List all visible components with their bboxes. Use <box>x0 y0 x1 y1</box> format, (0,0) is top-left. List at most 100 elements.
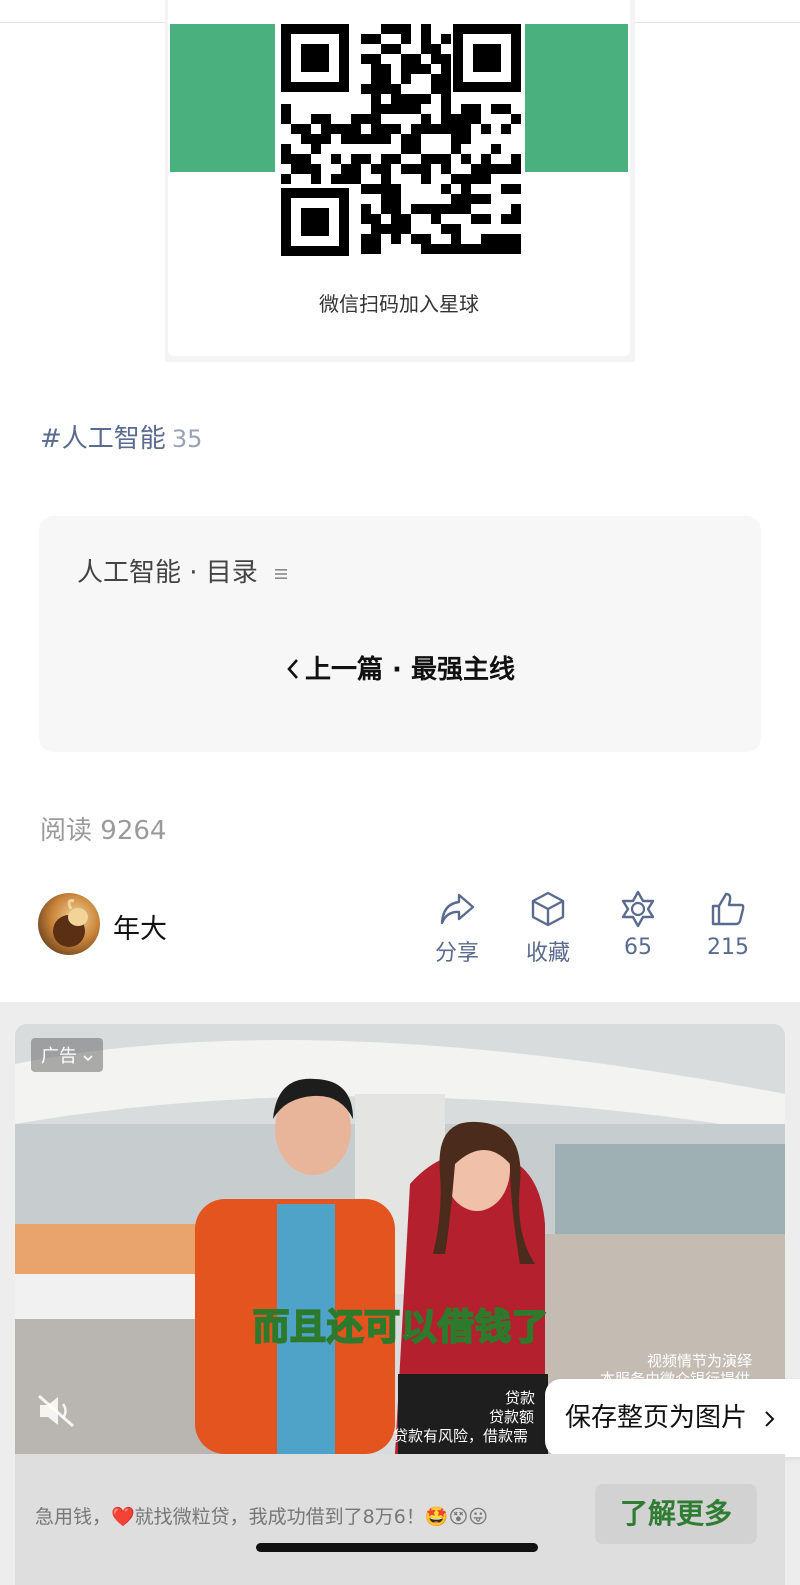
qr-module <box>491 234 501 244</box>
qr-module <box>461 244 471 254</box>
qr-module <box>371 184 381 194</box>
qr-module <box>361 84 371 94</box>
speaker-muted-icon <box>38 1394 74 1428</box>
qr-module <box>391 84 401 94</box>
qr-module <box>441 94 451 104</box>
qr-module <box>441 54 451 64</box>
qr-module <box>511 204 521 214</box>
qr-module <box>281 154 291 164</box>
tag-count: 35 <box>171 425 203 453</box>
qr-module <box>371 114 381 124</box>
qr-card-inner: 微信扫码加入星球 <box>168 0 630 356</box>
qr-module <box>391 214 401 224</box>
home-indicator[interactable] <box>256 1543 538 1552</box>
qr-module <box>471 174 481 184</box>
learn-more-button[interactable]: 了解更多 <box>595 1484 757 1544</box>
video-subtitle: 而且还可以借钱了 <box>252 1306 550 1349</box>
menu-icon <box>275 568 288 579</box>
qr-module <box>511 184 521 194</box>
qr-caption: 微信扫码加入星球 <box>319 292 479 316</box>
save-page-as-image-button[interactable]: 保存整页为图片 <box>545 1379 800 1457</box>
avatar[interactable] <box>38 893 100 955</box>
favorite-label: 收藏 <box>525 941 570 966</box>
qr-module <box>381 164 391 174</box>
qr-module <box>371 124 381 134</box>
qr-module <box>511 164 521 174</box>
qr-module <box>491 104 501 114</box>
qr-module <box>411 144 421 154</box>
qr-module <box>381 154 391 164</box>
qr-module <box>431 214 441 224</box>
read-label: 阅读 <box>40 816 93 846</box>
qr-module <box>421 244 431 254</box>
author-name[interactable]: 年大 <box>113 907 167 946</box>
qr-module <box>441 74 451 84</box>
prev-article-link[interactable]: 上一篇 · 最强主线 <box>39 649 761 686</box>
qr-module <box>381 74 391 84</box>
qr-module <box>451 204 461 214</box>
qr-module <box>431 124 441 134</box>
author-action-bar: 年大 分享 收藏 65 215 <box>38 890 778 973</box>
share-button[interactable]: 分享 <box>422 889 492 967</box>
qr-module <box>401 74 411 84</box>
qr-module <box>371 224 381 234</box>
qr-module <box>351 154 361 164</box>
qr-module <box>411 64 421 74</box>
topic-tag[interactable]: #人工智能 35 <box>40 418 202 455</box>
qr-module <box>421 234 431 244</box>
qr-module <box>381 104 391 114</box>
wow-button[interactable]: 65 <box>603 889 673 960</box>
qr-module <box>481 244 491 254</box>
mute-button[interactable] <box>35 1392 77 1434</box>
qr-module <box>411 164 421 174</box>
qr-module <box>451 134 461 144</box>
qr-module <box>491 244 501 254</box>
qr-module <box>431 54 441 64</box>
qr-module <box>291 164 301 174</box>
qr-module <box>381 44 391 54</box>
qr-module <box>441 244 451 254</box>
ad-badge-label: 广告 <box>41 1046 77 1067</box>
avatar-art <box>53 899 88 947</box>
qr-module <box>421 154 431 164</box>
collection-title[interactable]: 人工智能 · 目录 <box>77 552 288 589</box>
qr-module <box>341 124 351 134</box>
qr-module <box>421 174 431 184</box>
qr-module <box>311 174 321 184</box>
qr-module <box>341 134 351 144</box>
qr-module <box>471 214 481 224</box>
qr-module <box>411 54 421 64</box>
qr-module <box>441 64 451 74</box>
qr-module <box>451 174 461 184</box>
collection-title-text: 人工智能 · 目录 <box>77 558 258 588</box>
cube-icon <box>531 891 565 927</box>
qr-module <box>451 244 461 254</box>
qr-module <box>281 114 291 124</box>
qr-module <box>371 64 381 74</box>
qr-module <box>421 44 431 54</box>
qr-module <box>421 204 431 214</box>
qr-module <box>441 104 451 114</box>
qr-module <box>341 164 351 174</box>
disclaimer-line-3: 贷款有风险，借款需 <box>393 1427 529 1445</box>
qr-module <box>291 154 301 164</box>
qr-module <box>471 244 481 254</box>
qr-module <box>421 94 431 104</box>
qr-module <box>431 44 441 54</box>
prev-article-label: 上一篇 · 最强主线 <box>305 655 515 685</box>
ad-description[interactable]: 急用钱，❤️就找微粒贷，我成功借到了8万6！🤩😵😛 <box>35 1502 488 1529</box>
read-number: 9264 <box>100 816 167 846</box>
favorite-button[interactable]: 收藏 <box>513 889 583 967</box>
qr-module <box>451 224 461 234</box>
qr-module <box>421 34 431 44</box>
qr-module <box>371 164 381 174</box>
qr-module <box>401 224 411 234</box>
qr-module <box>381 194 391 204</box>
qr-module <box>471 114 481 124</box>
ad-badge[interactable]: 广告 <box>31 1038 103 1072</box>
qr-module <box>311 114 321 124</box>
like-button[interactable]: 215 <box>693 889 763 960</box>
qr-module <box>471 164 481 174</box>
qr-module <box>361 34 371 44</box>
qr-module <box>441 154 451 164</box>
